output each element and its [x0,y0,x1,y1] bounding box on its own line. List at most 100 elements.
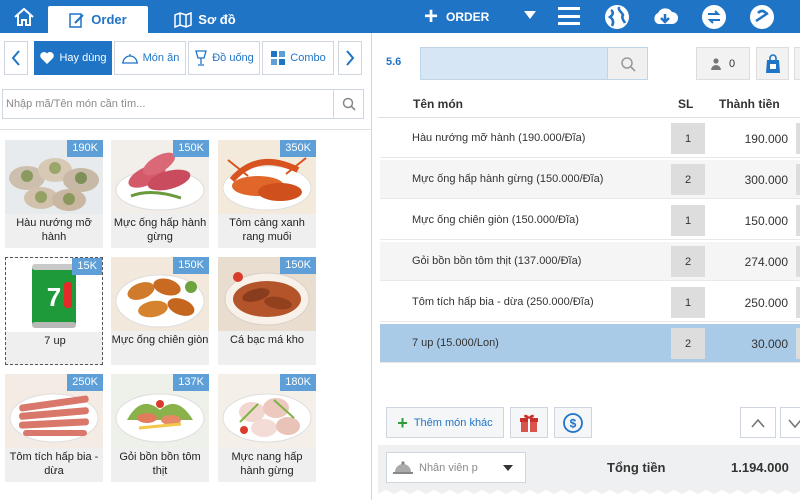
category-combo[interactable]: Combo [262,41,334,75]
takeaway-bag-button[interactable] [756,47,789,80]
menu-item-card[interactable]: 150K Cá bạc má kho [218,257,316,365]
menu-item-card[interactable]: 190K Hàu nướng mỡ hành [5,140,103,248]
guest-count-button[interactable]: 0 [696,47,750,80]
order-item-qty[interactable]: 2 [671,328,705,359]
hamburger-menu-icon[interactable] [558,7,580,25]
category-drinks[interactable]: Đồ uống [188,41,260,75]
plus-icon: + [424,2,439,30]
row-action-edge[interactable] [796,123,800,154]
order-item-name: 7 up (15.000/Lon) [412,337,499,349]
order-search-box[interactable] [420,47,648,80]
price-badge: 150K [173,257,209,274]
plus-icon: + [397,412,408,433]
price-badge: 190K [67,140,103,157]
person-icon [710,57,721,70]
menu-item-card[interactable]: 150K Mực ống chiên giòn [111,257,209,365]
search-icon [342,97,356,111]
scroll-up-button[interactable] [740,407,776,438]
table-number[interactable]: 5.6 [386,56,401,68]
price-badge: 15K [72,258,102,275]
order-item-qty[interactable]: 1 [671,205,705,236]
menu-item-card[interactable]: 250K Tôm tích hấp bia - dừa [5,374,103,482]
order-row[interactable]: Mực ống chiên giòn (150.000/Đĩa) 1 150.0… [380,201,800,240]
menu-item-card[interactable]: 150K Mực ống hấp hành gừng [111,140,209,248]
menu-item-name: 7 up [44,335,66,347]
price-badge: 137K [173,374,209,391]
drink-icon [195,50,208,66]
menu-item-name: Mực ống chiên giòn [111,334,209,346]
category-favorites[interactable]: Hay dùng [34,41,112,75]
row-action-edge[interactable] [796,287,800,318]
order-item-qty[interactable]: 2 [671,246,705,277]
menu-item-name: Mực nang hấp hành gừng [231,451,303,477]
order-row[interactable]: Gỏi bồn bồn tôm thịt (137.000/Đĩa) 2 274… [380,242,800,281]
more-button-edge[interactable] [794,47,800,80]
menu-item-name: Cá bạc má kho [230,334,304,346]
order-item-total: 30.000 [751,337,788,351]
row-action-edge[interactable] [796,328,800,359]
dish-icon [121,54,138,64]
staff-select[interactable]: Nhân viên p [386,452,526,483]
order-item-name: Mực ống chiên giòn (150.000/Đĩa) [412,214,579,226]
order-item-name: Hàu nướng mỡ hành (190.000/Đĩa) [412,132,586,144]
price-badge: 350K [280,140,316,157]
sync-icon[interactable] [700,3,728,31]
order-item-total: 250.000 [744,296,788,310]
order-row-selected[interactable]: 7 up (15.000/Lon) 2 30.000 [380,324,800,363]
category-label: Hay dùng [59,52,107,64]
menu-search-button[interactable] [333,90,363,118]
menu-item-card[interactable]: 180K Mực nang hấp hành gừng [218,374,316,482]
staff-placeholder: Nhân viên p [419,461,478,474]
add-order-button[interactable]: + ORDER [424,0,489,33]
menu-item-name: Tôm tích hấp bia - dừa [9,451,99,477]
add-other-item-button[interactable]: + Thêm món khác [386,407,504,438]
order-item-qty[interactable]: 2 [671,164,705,195]
tab-home[interactable] [0,0,48,33]
order-edit-icon [69,12,85,28]
order-search-button[interactable] [607,48,647,79]
category-prev-button[interactable] [4,41,28,75]
map-icon [174,11,193,28]
tab-order-label: Order [91,12,127,27]
order-item-total: 150.000 [744,214,788,228]
menu-item-card[interactable]: 7 15K 7 up [5,257,103,365]
order-row[interactable]: Tôm tích hấp bia - dừa (250.000/Đĩa) 1 2… [380,283,800,322]
top-bar: Order Sơ đồ + ORDER [0,0,800,33]
row-action-edge[interactable] [796,164,800,195]
menu-search-box [2,89,364,119]
order-row[interactable]: Mực ống hấp hành gừng (150.000/Đĩa) 2 30… [380,160,800,199]
tab-map[interactable]: Sơ đồ [160,6,250,33]
order-item-qty[interactable]: 1 [671,287,705,318]
order-footer: Nhân viên p Tổng tiền 1.194.000 [378,445,800,500]
order-item-qty[interactable]: 1 [671,123,705,154]
price-badge: 150K [280,257,316,274]
total-label: Tổng tiền [607,460,666,475]
menu-item-card[interactable]: 137K Gỏi bồn bồn tôm thịt [111,374,209,482]
tab-map-label: Sơ đồ [198,12,236,27]
row-action-edge[interactable] [796,246,800,277]
order-tools: + Thêm món khác $ [378,405,800,439]
category-food[interactable]: Món ăn [114,41,186,75]
home-icon [14,7,34,26]
money-cycle-icon: $ [563,412,583,433]
price-badge: 250K [67,374,103,391]
tab-order[interactable]: Order [48,6,148,33]
menu-item-name: Mực ống hấp hành gừng [113,217,207,243]
gift-button[interactable] [510,407,548,438]
cloud-download-icon[interactable] [651,3,679,31]
chevron-up-icon [751,418,765,428]
row-action-edge[interactable] [796,205,800,236]
order-item-name: Mực ống hấp hành gừng (150.000/Đĩa) [412,173,604,185]
add-order-label: ORDER [446,9,490,24]
no-service-icon[interactable] [748,3,776,31]
menu-item-card[interactable]: 350K Tôm càng xanh rang muối [218,140,316,248]
add-other-item-label: Thêm món khác [413,416,493,429]
scroll-down-button[interactable] [780,407,800,438]
payment-button[interactable]: $ [554,407,592,438]
order-row[interactable]: Hàu nướng mỡ hành (190.000/Đĩa) 1 190.00… [380,119,800,158]
globe-icon[interactable] [603,3,631,31]
bag-icon [765,53,780,73]
menu-search-input[interactable] [3,90,333,118]
order-dropdown-caret[interactable] [524,11,536,19]
category-next-button[interactable] [338,41,362,75]
